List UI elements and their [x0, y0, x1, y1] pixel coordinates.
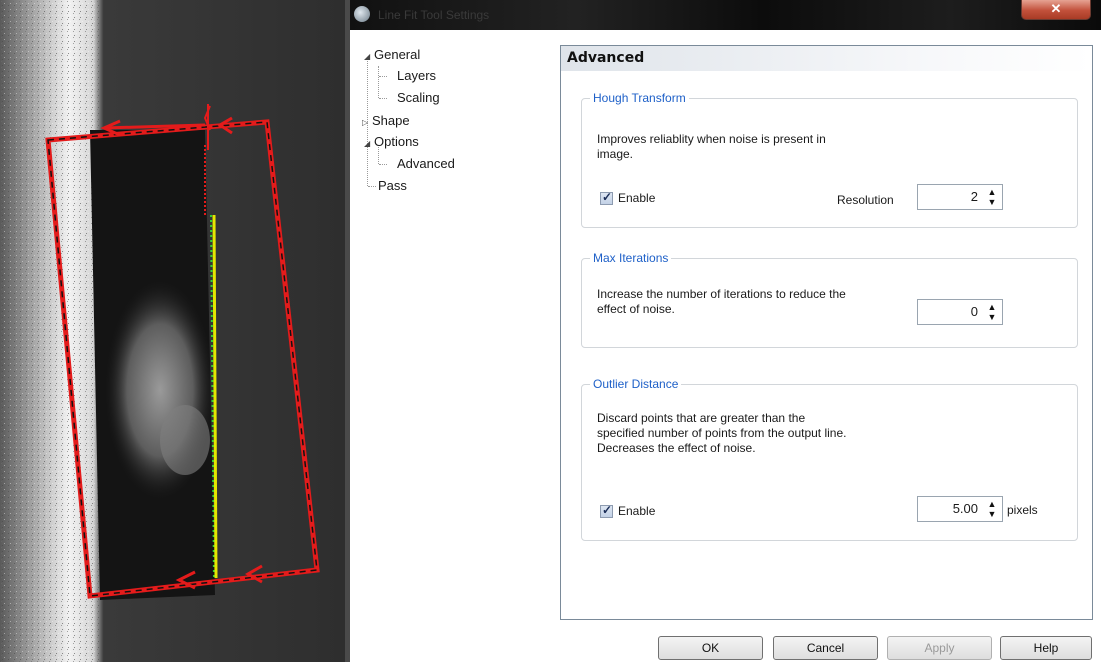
checkbox-label: Enable [618, 191, 656, 205]
description-line: Improves reliablity when noise is presen… [597, 132, 826, 146]
tree-item-advanced[interactable]: Advanced [397, 156, 455, 171]
description-line: Discard points that are greater than the [597, 411, 806, 425]
description-line: specified number of points from the outp… [597, 426, 847, 440]
spin-down-icon[interactable]: ▼ [988, 312, 997, 322]
tree-item-label: Options [374, 134, 419, 149]
tree-item-label: Shape [372, 113, 410, 128]
description-line: Increase the number of iterations to red… [597, 287, 846, 301]
group-title: Outlier Distance [590, 377, 682, 391]
settings-tree: ◢ General Layers Scaling ▷ Shape ◢ Options … [350, 30, 555, 600]
tree-item-label: Scaling [397, 90, 440, 105]
help-button[interactable]: Help [1000, 636, 1092, 660]
tree-connector [368, 186, 376, 187]
spinner-value[interactable]: 0 [971, 304, 978, 319]
hough-transform-group: Hough Transform Improves reliablity when… [581, 91, 1078, 228]
outlier-enable-checkbox[interactable]: ✓ Enable [600, 502, 656, 518]
tree-item-shape[interactable]: ▷ Shape [362, 113, 410, 128]
window-titlebar: Line Fit Tool Settings ✕ [350, 0, 1101, 30]
spin-down-icon[interactable]: ▼ [988, 197, 997, 207]
tree-connector [379, 164, 387, 165]
panel-title: Advanced [567, 50, 645, 66]
cancel-button[interactable]: Cancel [773, 636, 878, 660]
close-icon: ✕ [1050, 1, 1062, 16]
spinner-value[interactable]: 2 [971, 189, 978, 204]
resolution-spinner[interactable]: 2 ▲ ▼ [917, 184, 1003, 210]
camera-image [0, 0, 345, 662]
tree-connector [379, 76, 387, 77]
apply-button[interactable]: Apply [887, 636, 992, 660]
tree-item-label: Pass [378, 178, 407, 193]
spin-down-icon[interactable]: ▼ [988, 509, 997, 519]
tree-item-label: Layers [397, 68, 437, 83]
outlier-distance-group: Outlier Distance Discard points that are… [581, 377, 1078, 541]
spinner-value[interactable]: 5.00 [953, 501, 978, 516]
expand-arrow-icon[interactable]: ▷ [362, 118, 372, 127]
checkbox[interactable]: ✓ [600, 189, 613, 205]
spin-up-icon[interactable]: ▲ [988, 499, 997, 509]
checkmark-icon: ✓ [602, 189, 613, 204]
spin-arrows[interactable]: ▲ ▼ [985, 499, 999, 519]
tree-item-general[interactable]: ◢ General [364, 47, 420, 62]
advanced-settings-panel: Advanced Hough Transform Improves reliab… [560, 45, 1093, 620]
group-title: Hough Transform [590, 91, 689, 105]
description-line: Decreases the effect of noise. [597, 441, 756, 455]
checkmark-icon: ✓ [602, 502, 613, 517]
hough-description: Improves reliablity when noise is presen… [597, 132, 826, 162]
close-button[interactable]: ✕ [1021, 0, 1091, 20]
description-line: image. [597, 147, 634, 161]
panel-header: Advanced [561, 46, 1092, 71]
max-iterations-description: Increase the number of iterations to red… [597, 287, 846, 317]
tree-item-pass[interactable]: Pass [378, 178, 407, 193]
tree-connector [379, 98, 387, 99]
camera-image-view[interactable] [0, 0, 345, 662]
tree-item-layers[interactable]: Layers [397, 68, 436, 83]
spin-up-icon[interactable]: ▲ [988, 302, 997, 312]
tree-item-label: Advanced [397, 156, 455, 171]
tree-item-label: General [374, 47, 421, 62]
tree-item-options[interactable]: ◢ Options [364, 134, 419, 149]
hough-enable-checkbox[interactable]: ✓ Enable [600, 189, 656, 205]
spin-up-icon[interactable]: ▲ [988, 187, 997, 197]
spin-arrows[interactable]: ▲ ▼ [985, 187, 999, 207]
collapse-arrow-icon[interactable]: ◢ [364, 52, 374, 61]
max-iterations-group: Max Iterations Increase the number of it… [581, 251, 1078, 348]
checkbox[interactable]: ✓ [600, 502, 613, 518]
resolution-label: Resolution [837, 193, 894, 207]
ok-button[interactable]: OK [658, 636, 763, 660]
outlier-unit-label: pixels [1007, 503, 1038, 517]
window-title: Line Fit Tool Settings [378, 8, 490, 22]
outlier-description: Discard points that are greater than the… [597, 411, 846, 456]
window-app-icon [354, 6, 370, 22]
max-iterations-spinner[interactable]: 0 ▲ ▼ [917, 299, 1003, 325]
tree-connector [378, 66, 379, 98]
collapse-arrow-icon[interactable]: ◢ [364, 139, 374, 148]
outlier-distance-spinner[interactable]: 5.00 ▲ ▼ [917, 496, 1003, 522]
tree-connector [378, 147, 379, 164]
group-title: Max Iterations [590, 251, 672, 265]
description-line: effect of noise. [597, 302, 675, 316]
checkbox-label: Enable [618, 504, 656, 518]
spin-arrows[interactable]: ▲ ▼ [985, 302, 999, 322]
tree-item-scaling[interactable]: Scaling [397, 90, 440, 105]
